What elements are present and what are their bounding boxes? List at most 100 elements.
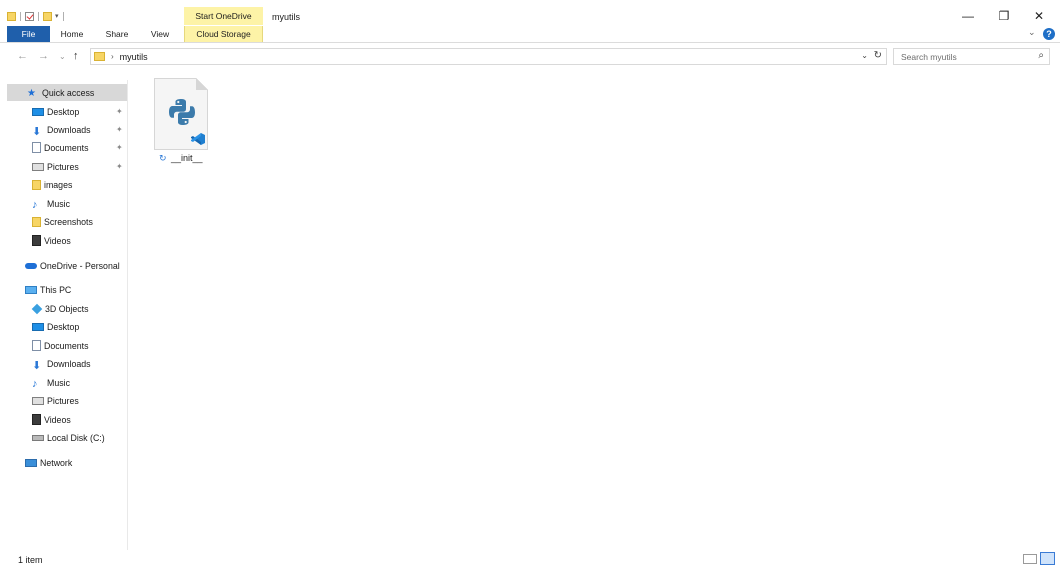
large-icons-view-icon[interactable] xyxy=(1040,552,1055,565)
videos-icon xyxy=(32,414,41,425)
pin-icon[interactable]: ✦ xyxy=(116,143,123,152)
star-icon: ★ xyxy=(27,87,36,99)
sidebar-item-videos-pc[interactable]: Videos xyxy=(32,411,71,428)
sidebar-item-onedrive[interactable]: OneDrive - Personal xyxy=(25,257,120,274)
pin-icon[interactable]: ✦ xyxy=(116,162,123,171)
sidebar-item-label: 3D Objects xyxy=(45,303,89,314)
new-folder-icon[interactable] xyxy=(43,11,52,21)
sidebar-item-desktop[interactable]: Desktop xyxy=(32,103,79,120)
sidebar-item-this-pc[interactable]: This PC xyxy=(25,281,71,298)
tab-file[interactable]: File xyxy=(7,26,50,42)
folder-icon xyxy=(7,11,16,21)
tab-view[interactable]: View xyxy=(145,26,175,42)
help-icon[interactable]: ? xyxy=(1043,28,1055,40)
folder-icon xyxy=(94,52,105,61)
sidebar-item-images[interactable]: images xyxy=(32,176,72,193)
sidebar-item-music[interactable]: ♪ Music xyxy=(32,195,70,212)
desktop-icon xyxy=(32,107,44,116)
properties-icon[interactable] xyxy=(25,11,34,21)
pictures-icon xyxy=(32,396,44,405)
sidebar-item-label: Desktop xyxy=(47,321,80,332)
music-icon: ♪ xyxy=(32,198,38,211)
vscode-badge-icon xyxy=(191,133,205,145)
sidebar-item-label: Music xyxy=(47,377,70,388)
tab-cloud-storage[interactable]: Cloud Storage xyxy=(184,26,263,42)
search-input[interactable]: Search myutils ⌕ xyxy=(893,48,1050,65)
pin-icon[interactable]: ✦ xyxy=(116,107,123,116)
file-item[interactable]: ↻ __init__ xyxy=(154,78,208,166)
sidebar-item-local-disk[interactable]: Local Disk (C:) xyxy=(32,429,105,446)
documents-icon xyxy=(32,142,41,153)
sidebar-item-label: Downloads xyxy=(47,124,91,135)
sidebar-item-label: Local Disk (C:) xyxy=(47,432,105,443)
up-arrow-icon[interactable]: ↑ xyxy=(73,50,79,62)
close-button[interactable]: ✕ xyxy=(1024,6,1054,26)
expand-ribbon-icon[interactable]: ⌄ xyxy=(1028,27,1036,38)
disk-icon xyxy=(32,434,44,441)
recent-locations-icon[interactable]: ⌄ xyxy=(59,52,66,61)
refresh-icon[interactable]: ↻ xyxy=(874,50,882,61)
sidebar-item-label: images xyxy=(44,179,73,190)
sidebar-item-label: Documents xyxy=(44,340,89,351)
sidebar-item-desktop-pc[interactable]: Desktop xyxy=(32,318,79,335)
window-title: myutils xyxy=(272,12,301,22)
item-count: 1 item xyxy=(18,555,43,565)
sidebar-item-music-pc[interactable]: ♪ Music xyxy=(32,374,70,391)
sidebar-item-label: Screenshots xyxy=(44,216,93,227)
folder-icon xyxy=(32,179,41,190)
title-bar: ▾ Start OneDrive myutils — ❐ ✕ xyxy=(0,0,1060,26)
start-onedrive-tab[interactable]: Start OneDrive xyxy=(184,7,263,25)
file-name[interactable]: __init__ xyxy=(171,153,203,163)
details-view-icon[interactable] xyxy=(1023,554,1037,564)
pictures-icon xyxy=(32,162,44,171)
breadcrumb-myutils[interactable]: myutils xyxy=(120,52,148,62)
breadcrumb-separator-icon[interactable]: › xyxy=(111,52,114,61)
quick-access-toolbar: ▾ xyxy=(7,9,68,23)
sidebar-item-label: Music xyxy=(47,198,70,209)
sidebar-item-label: Quick access xyxy=(42,87,95,98)
customize-toolbar-icon[interactable]: ▾ xyxy=(55,12,59,20)
sidebar-item-label: Pictures xyxy=(47,161,79,172)
sidebar-item-label: Pictures xyxy=(47,395,79,406)
folder-icon xyxy=(32,216,41,227)
status-bar: 1 item xyxy=(0,550,1060,566)
videos-icon xyxy=(32,235,41,246)
sidebar-item-downloads[interactable]: ⬇ Downloads xyxy=(32,121,91,138)
pin-icon[interactable]: ✦ xyxy=(116,125,123,134)
file-list[interactable]: ↻ __init__ xyxy=(130,68,1060,550)
tab-share[interactable]: Share xyxy=(100,26,134,42)
sidebar-item-documents[interactable]: Documents xyxy=(32,139,89,156)
maximize-button[interactable]: ❐ xyxy=(989,6,1019,26)
sidebar-item-screenshots[interactable]: Screenshots xyxy=(32,213,93,230)
navigation-pane[interactable]: ★ Quick access Desktop ✦ ⬇ Downloads ✦ D… xyxy=(0,80,128,550)
3d-objects-icon xyxy=(31,303,43,314)
forward-arrow-icon[interactable]: → xyxy=(38,50,49,62)
minimize-button[interactable]: — xyxy=(953,6,983,26)
python-file-icon xyxy=(154,78,208,150)
documents-icon xyxy=(32,340,41,351)
search-icon[interactable]: ⌕ xyxy=(1038,50,1044,61)
desktop-icon xyxy=(32,322,44,331)
sidebar-item-label: Desktop xyxy=(47,106,80,117)
sidebar-item-label: Downloads xyxy=(47,358,91,369)
sidebar-item-documents-pc[interactable]: Documents xyxy=(32,337,89,354)
sidebar-item-label: Documents xyxy=(44,142,89,153)
sidebar-item-3d-objects[interactable]: 3D Objects xyxy=(31,300,89,317)
tab-home[interactable]: Home xyxy=(56,26,88,42)
navigation-pane-divider[interactable] xyxy=(127,80,128,550)
sidebar-item-pictures[interactable]: Pictures xyxy=(32,158,79,175)
sidebar-item-network[interactable]: Network xyxy=(25,454,72,471)
sidebar-item-videos[interactable]: Videos xyxy=(32,232,71,249)
toolbar-divider xyxy=(62,11,64,21)
back-arrow-icon[interactable]: ← xyxy=(17,50,28,62)
sidebar-item-label: This PC xyxy=(40,284,72,295)
search-placeholder: Search myutils xyxy=(901,51,957,62)
pc-icon xyxy=(25,285,37,294)
sidebar-item-label: Videos xyxy=(44,235,71,246)
sidebar-item-pictures-pc[interactable]: Pictures xyxy=(32,392,79,409)
sidebar-item-downloads-pc[interactable]: ⬇ Downloads xyxy=(32,355,91,372)
address-dropdown-icon[interactable]: ⌄ xyxy=(861,51,868,60)
ribbon-tabs: File Home Share View Cloud Storage ⌄ xyxy=(0,26,1060,43)
address-bar[interactable]: › myutils ⌄ ↻ xyxy=(90,48,887,65)
sidebar-item-quick-access[interactable]: ★ Quick access xyxy=(7,84,127,101)
